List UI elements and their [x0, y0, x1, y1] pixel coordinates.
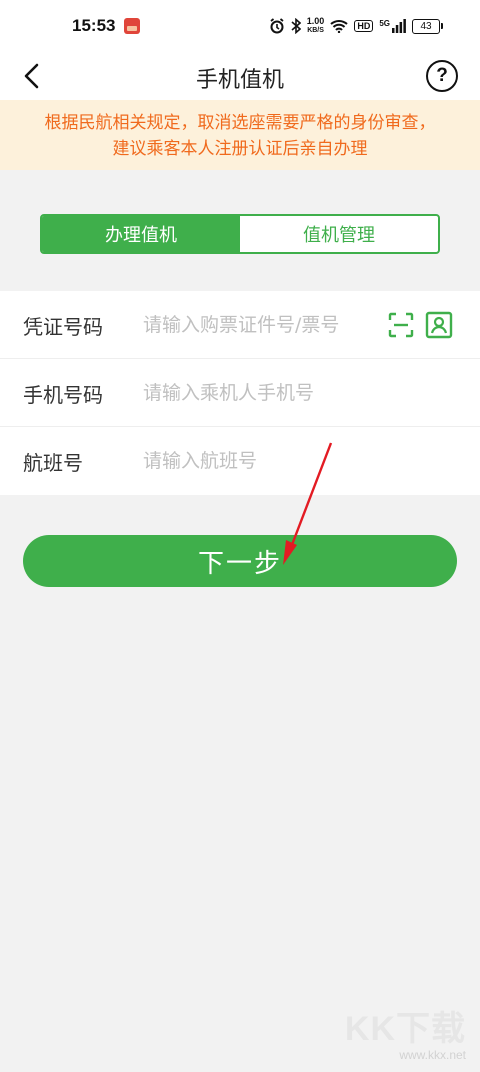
network-speed: 1.00 KB/S: [306, 16, 325, 35]
alarm-icon: [270, 18, 284, 34]
form-row-flight: 航班号: [0, 427, 480, 495]
phone-input[interactable]: [143, 376, 373, 410]
ticket-input[interactable]: [143, 308, 368, 342]
status-indicators: 1.00 KB/S HD 5G 43: [269, 16, 443, 35]
notice-line-2: 建议乘客本人注册认证后亲自办理: [112, 139, 368, 159]
watermark: KK下载 www.kkx.net: [345, 1001, 466, 1062]
battery-level: 43: [420, 20, 432, 32]
signal-icon: [392, 19, 406, 33]
flight-label: 航班号: [23, 451, 83, 475]
checkin-tabs: 办理值机 值机管理: [40, 214, 440, 254]
checkin-form: 凭证号码 手机号码 航班号: [0, 291, 480, 495]
help-button[interactable]: ?: [426, 60, 458, 92]
watermark-logo: KK下载: [344, 1010, 466, 1048]
battery-icon: 43: [412, 18, 443, 34]
ticket-label: 凭证号码: [23, 315, 103, 339]
bluetooth-icon: [291, 18, 301, 34]
status-time: 15:53: [72, 16, 116, 35]
form-row-ticket: 凭证号码: [0, 291, 480, 359]
tab-check-in-management[interactable]: 值机管理: [240, 216, 438, 252]
next-step-button[interactable]: 下一步: [23, 535, 457, 587]
id-card-icon[interactable]: [425, 311, 453, 339]
nav-bar: 手机值机 ?: [0, 52, 480, 100]
wifi-icon: [330, 20, 348, 33]
help-icon: ?: [436, 65, 448, 86]
cellular-signal: 5G: [379, 19, 406, 33]
scan-icon[interactable]: [388, 312, 414, 338]
form-row-phone: 手机号码: [0, 359, 480, 427]
app-notification-icon: [124, 18, 140, 34]
status-bar: 15:53 1.00 KB/S HD 5G 43: [0, 0, 480, 52]
hd-badge: HD: [354, 20, 374, 32]
notice-banner: 根据民航相关规定，取消选座需要严格的身份审查， 建议乘客本人注册认证后亲自办理: [0, 100, 480, 170]
watermark-url: www.kkx.net: [399, 1048, 466, 1062]
page-title: 手机值机: [195, 68, 284, 93]
flight-input[interactable]: [143, 444, 373, 478]
phone-label: 手机号码: [23, 383, 103, 407]
tab-check-in[interactable]: 办理值机: [42, 216, 240, 252]
notice-line-1: 根据民航相关规定，取消选座需要严格的身份审查，: [44, 113, 436, 133]
